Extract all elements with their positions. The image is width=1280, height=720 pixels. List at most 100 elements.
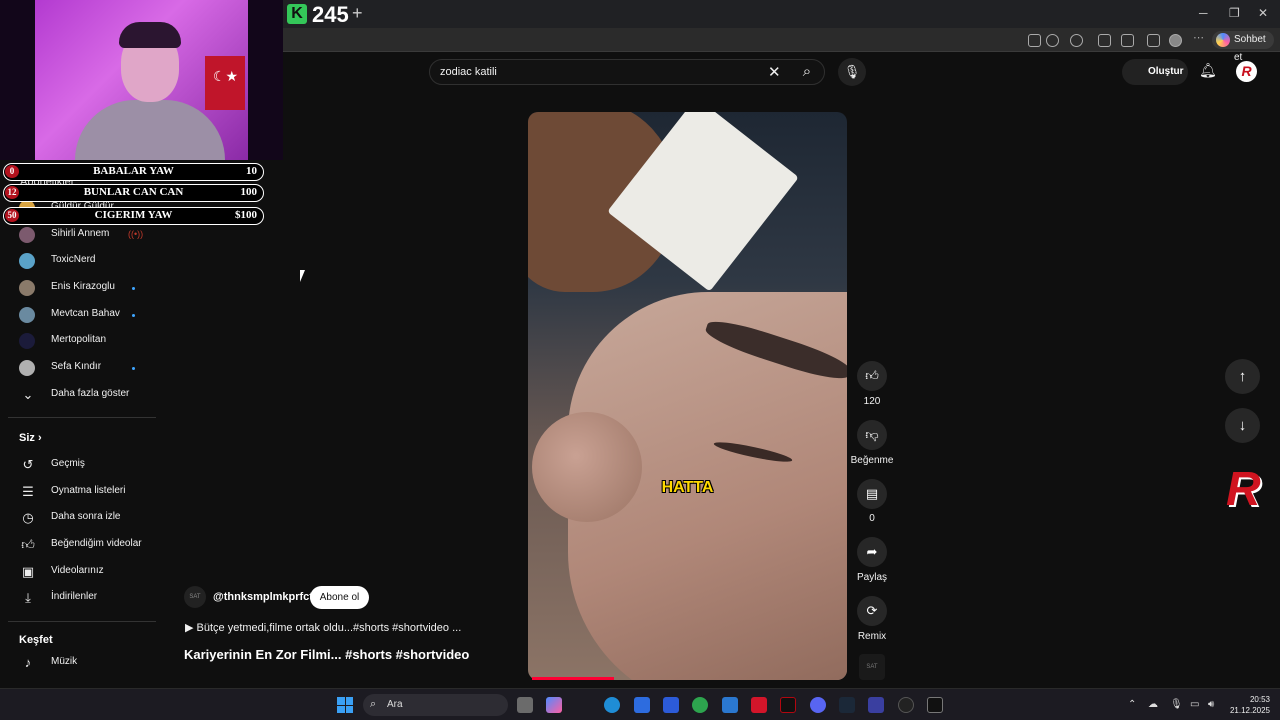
remix-icon: ⟳ <box>866 603 878 618</box>
search-input[interactable]: zodiac katili <box>440 66 497 78</box>
sound-thumbnail[interactable]: SAT <box>859 654 885 680</box>
split-screen-icon[interactable] <box>1028 34 1041 47</box>
subscription-label: Sefa Kındır <box>51 361 102 372</box>
obs-icon[interactable] <box>898 697 914 713</box>
subscription-item[interactable]: Mertopolitan <box>18 331 158 351</box>
create-button[interactable]: Oluştur <box>1122 59 1188 85</box>
video-title[interactable]: Kariyerinin En Zor Filmi... #shorts #sho… <box>184 647 469 662</box>
clock-date: 21.12.2025 <box>1229 706 1270 715</box>
goal-target: 100 <box>240 186 258 198</box>
goal-bar: 12 BUNLAR CAN CAN 100 <box>3 184 264 202</box>
mic-tray-icon[interactable]: 🎙︎ <box>1170 699 1183 710</box>
new-tab-icon[interactable]: + <box>352 3 363 24</box>
editor-icon[interactable] <box>663 697 679 713</box>
playlist-icon: ☰ <box>22 484 34 499</box>
account-avatar[interactable]: R <box>1236 61 1257 82</box>
cloud-icon[interactable]: ☁ <box>1148 699 1158 710</box>
search-box[interactable]: zodiac katili ✕ <box>429 59 825 85</box>
subscription-item[interactable]: Mevtcan Bahav <box>18 305 158 325</box>
goal-bar: 0 BABALAR YAW 10 <box>3 163 264 181</box>
store-icon[interactable] <box>634 697 650 713</box>
search-icon[interactable]: ⌕ <box>794 59 820 85</box>
subscription-label: Enis Kirazoglu <box>51 281 115 292</box>
download-icon: ⤓ <box>25 590 31 605</box>
refresh-icon[interactable] <box>1070 34 1083 47</box>
sidebar-item-your-videos[interactable]: ▣ Videolarınız <box>18 562 158 582</box>
search-icon: ⌕ <box>370 698 377 710</box>
sidebar-item-playlists[interactable]: ☰ Oynatma listeleri <box>18 482 158 502</box>
start-menu-icon[interactable] <box>337 697 353 713</box>
video-description[interactable]: ▶ Bütçe yetmedi,filme ortak oldu...#shor… <box>185 621 461 634</box>
sidebar-item-liked-videos[interactable]: 👍︎ Beğendiğim videolar <box>18 535 158 555</box>
youtube-icon[interactable] <box>751 697 767 713</box>
edge-icon[interactable] <box>604 697 620 713</box>
steam-icon[interactable] <box>839 697 855 713</box>
close-window-icon[interactable]: ✕ <box>1258 6 1268 20</box>
subscription-label: Sihirli Annem <box>51 228 110 239</box>
video-progress-bar[interactable] <box>532 677 614 680</box>
goal-target: $100 <box>235 209 257 221</box>
thumbs-down-icon: 👎︎ <box>865 427 879 442</box>
clock-time: 20:53 <box>1249 695 1270 704</box>
comments-button[interactable]: ▤ <box>857 479 887 509</box>
task-view-icon[interactable] <box>517 697 533 713</box>
copilot-taskbar-icon[interactable] <box>546 697 562 713</box>
clear-search-icon[interactable]: ✕ <box>768 63 781 81</box>
channel-avatar <box>19 253 35 269</box>
subscription-item[interactable]: ToxicNerd <box>18 251 158 271</box>
subscription-item[interactable]: Sefa Kındır <box>18 358 158 378</box>
subscription-label: ToxicNerd <box>51 254 96 265</box>
remix-button[interactable]: ⟳ <box>857 596 887 626</box>
next-short-button[interactable]: ↓ <box>1225 408 1260 443</box>
share-icon: ➦ <box>866 544 878 559</box>
sidebar-item-label: Beğendiğim videolar <box>51 538 142 549</box>
xbox-icon[interactable] <box>692 697 708 713</box>
show-more-button[interactable]: ⌄ Daha fazla göster <box>18 385 158 405</box>
extensions-icon[interactable] <box>1098 34 1111 47</box>
music-icon: ♪ <box>24 655 32 670</box>
webcam-feed <box>35 0 248 160</box>
you-section-title[interactable]: Siz › <box>19 432 42 444</box>
subscription-item[interactable]: Enis Kirazoglu <box>18 278 158 298</box>
sidebar-item-downloads[interactable]: ⤓ İndirilenler <box>18 588 158 608</box>
sidebar-item-history[interactable]: ↺ Geçmiş <box>18 455 158 475</box>
netflix-icon[interactable] <box>780 697 796 713</box>
microphone-icon[interactable]: 🎙︎ <box>838 58 866 86</box>
sidebar-item-music[interactable]: ♪ Müzik <box>18 653 158 673</box>
favorite-star-icon[interactable] <box>1046 34 1059 47</box>
shorts-video-player[interactable]: HATTA <box>528 112 847 680</box>
channel-avatar <box>19 307 35 323</box>
thumbs-up-icon: 👍︎ <box>865 368 879 383</box>
maximize-icon[interactable]: ❐ <box>1229 6 1240 20</box>
mail-icon[interactable] <box>722 697 738 713</box>
dislike-button[interactable]: 👎︎ <box>857 420 887 450</box>
subscribe-button[interactable]: Abone ol <box>310 586 369 609</box>
channel-avatar[interactable]: SAT <box>184 586 206 608</box>
volume-icon[interactable]: 🔊︎ <box>1208 699 1214 710</box>
channel-handle[interactable]: @thnksmplmkprfct <box>213 591 313 603</box>
sidebar-item-label: Videolarınız <box>51 565 104 576</box>
like-count: 120 <box>863 396 881 407</box>
tray-overflow-icon[interactable]: ⌃ <box>1128 699 1136 710</box>
network-icon[interactable]: ▭ <box>1190 699 1199 710</box>
like-button[interactable]: 👍︎ <box>857 361 887 391</box>
favorites-icon[interactable] <box>1121 34 1134 47</box>
profile-icon[interactable] <box>1169 34 1182 47</box>
minimize-icon[interactable]: ─ <box>1199 6 1208 20</box>
taskbar-clock[interactable]: 20:53 21.12.2025 <box>1228 694 1270 716</box>
app-icon[interactable] <box>868 697 884 713</box>
remix-label: Remix <box>857 631 887 642</box>
more-options-icon[interactable]: ⋯ <box>1193 33 1206 47</box>
sidebar-item-watch-later[interactable]: ◷ Daha sonra izle <box>18 508 158 528</box>
previous-short-button[interactable]: ↑ <box>1225 359 1260 394</box>
downloads-icon[interactable] <box>1147 34 1160 47</box>
subscription-item[interactable]: Sihirli Annem ((•)) <box>18 225 158 245</box>
terminal-icon[interactable] <box>927 697 943 713</box>
discord-icon[interactable] <box>810 697 826 713</box>
share-button[interactable]: ➦ <box>857 537 887 567</box>
arrow-up-icon: ↑ <box>1238 368 1247 385</box>
arrow-down-icon: ↓ <box>1238 417 1247 434</box>
taskbar-search[interactable]: Ara <box>363 694 508 716</box>
notifications-bell-icon[interactable]: 🔔︎ <box>1199 62 1217 79</box>
tab-favicon[interactable]: K <box>287 4 307 24</box>
